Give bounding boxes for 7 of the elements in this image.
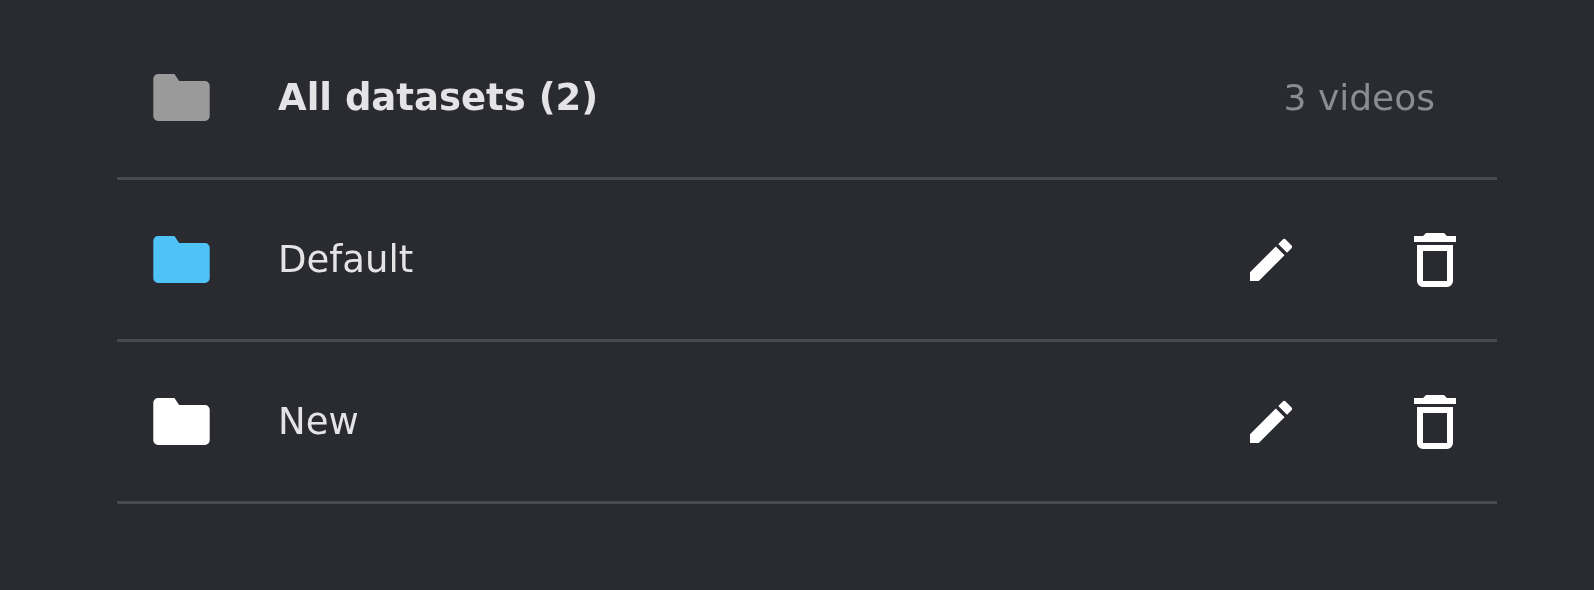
delete-button[interactable] xyxy=(1414,232,1456,287)
dataset-name[interactable]: New xyxy=(278,393,359,450)
video-count: 3 videos xyxy=(1283,75,1435,120)
delete-button[interactable] xyxy=(1414,394,1456,449)
dataset-name[interactable]: Default xyxy=(278,231,414,288)
folder-icon xyxy=(153,74,210,121)
dataset-title: All datasets (2) xyxy=(278,74,599,121)
